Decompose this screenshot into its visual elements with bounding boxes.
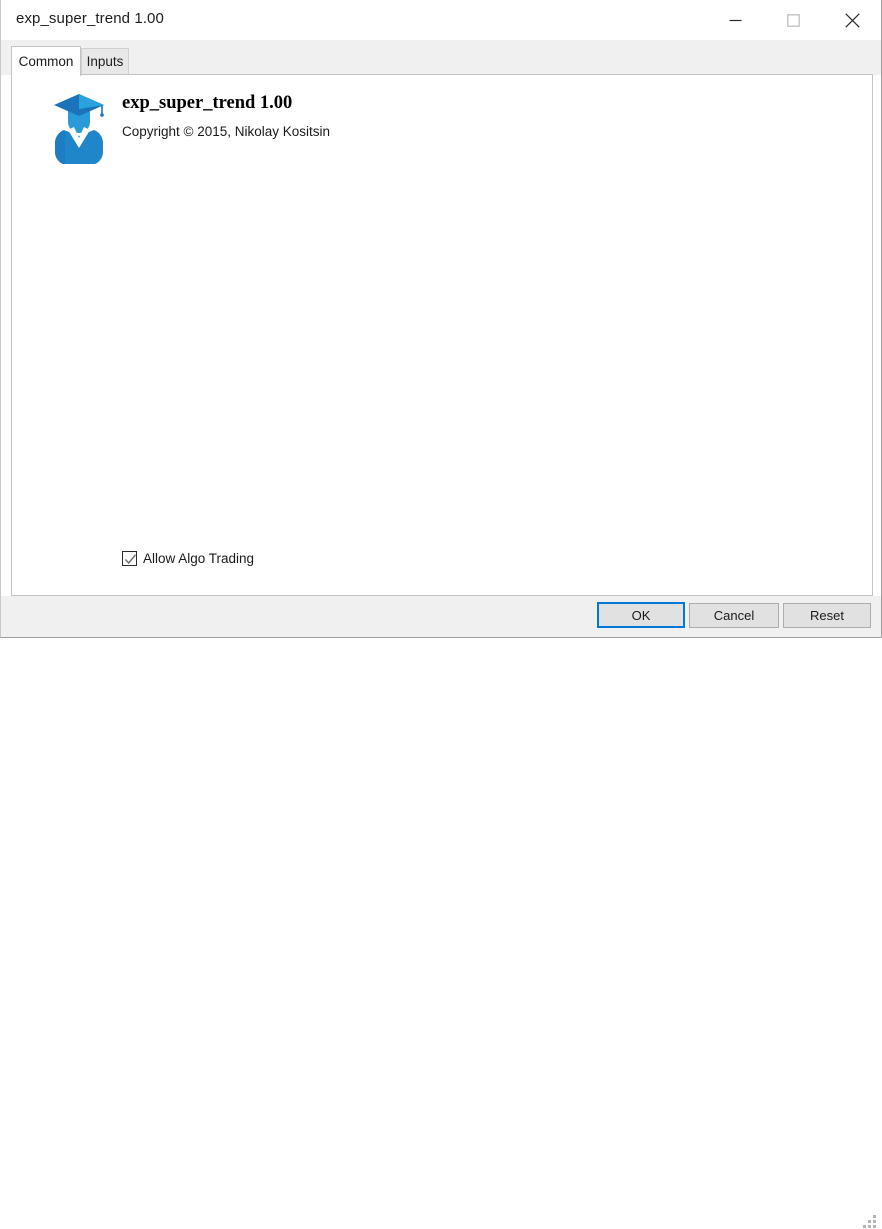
- tab-inputs[interactable]: Inputs: [81, 48, 129, 75]
- close-icon: [844, 12, 860, 28]
- tab-common-label: Common: [18, 54, 74, 69]
- ok-button-label: OK: [631, 607, 651, 623]
- title-bar[interactable]: exp_super_trend 1.00: [1, 0, 881, 40]
- tab-strip: Common Inputs: [1, 40, 881, 76]
- reset-button[interactable]: Reset: [783, 603, 871, 628]
- allow-algo-trading-label: Allow Algo Trading: [143, 550, 255, 566]
- ok-button[interactable]: OK: [597, 602, 685, 628]
- maximize-icon: [786, 13, 800, 27]
- allow-algo-trading-row[interactable]: Allow Algo Trading: [122, 548, 254, 568]
- checkmark-icon: [124, 553, 137, 564]
- window-title: exp_super_trend 1.00: [16, 10, 164, 27]
- cancel-button-label: Cancel: [713, 608, 755, 623]
- graduate-cap-avatar-icon: [50, 92, 108, 165]
- resize-grip[interactable]: [863, 1215, 877, 1229]
- reset-button-label: Reset: [810, 608, 844, 623]
- minimize-button[interactable]: [712, 0, 758, 40]
- tab-inputs-label: Inputs: [86, 54, 124, 69]
- dialog-window: exp_super_trend 1.00 Common Inputs exp_s…: [0, 0, 882, 1228]
- tab-common[interactable]: Common: [11, 46, 81, 76]
- allow-algo-trading-checkbox[interactable]: [122, 550, 137, 566]
- product-title: exp_super_trend 1.00: [122, 93, 293, 113]
- minimize-icon: [729, 19, 741, 21]
- maximize-button[interactable]: [770, 0, 816, 40]
- cancel-button[interactable]: Cancel: [689, 603, 779, 628]
- common-tab-panel: exp_super_trend 1.00 Copyright © 2015, N…: [11, 74, 873, 596]
- close-button[interactable]: [829, 0, 875, 40]
- dialog-footer: OK Cancel Reset: [1, 596, 881, 1228]
- copyright-text: Copyright © 2015, Nikolay Kositsin: [122, 124, 331, 139]
